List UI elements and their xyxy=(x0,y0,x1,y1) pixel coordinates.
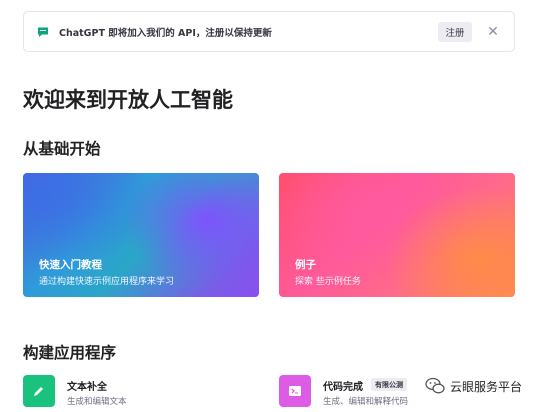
wechat-icon xyxy=(425,377,445,394)
card-description: 通过构建快速示例应用程序来学习 xyxy=(39,277,175,287)
announcement-banner: ChatGPT 即将加入我们的 API，注册以保持更新 注册 ✕ xyxy=(23,11,515,52)
register-button[interactable]: 注册 xyxy=(438,22,472,42)
examples-card[interactable]: 例子 探索 些示例任务 xyxy=(279,173,515,297)
limited-beta-badge: 有限公测 xyxy=(371,378,407,391)
text-completion-title[interactable]: 文本补全 xyxy=(67,378,107,393)
section-title-build: 构建应用程序 xyxy=(23,344,117,362)
section-title-start: 从基础开始 xyxy=(23,140,101,158)
watermark: 云眼服务平台 xyxy=(425,373,550,399)
text-completion-desc: 生成和编辑文本 xyxy=(67,397,127,407)
code-completion-desc: 生成、编辑和解释代码 xyxy=(323,397,409,407)
quickstart-tutorial-card[interactable]: 快速入门教程 通过构建快速示例应用程序来学习 xyxy=(23,173,259,297)
close-icon[interactable]: ✕ xyxy=(484,22,502,42)
card-title: 快速入门教程 xyxy=(39,259,102,271)
code-completion-icon[interactable] xyxy=(279,375,311,407)
page-title: 欢迎来到开放人工智能 xyxy=(23,88,233,112)
card-description: 探索 些示例任务 xyxy=(295,277,361,287)
chat-icon xyxy=(38,27,48,37)
card-title: 例子 xyxy=(295,259,316,271)
watermark-text: 云眼服务平台 xyxy=(450,379,523,394)
terminal-icon xyxy=(289,386,301,396)
code-completion-title[interactable]: 代码完成 xyxy=(323,378,363,393)
pencil-icon xyxy=(34,387,43,396)
banner-message: ChatGPT 即将加入我们的 API，注册以保持更新 xyxy=(59,28,272,39)
text-completion-icon[interactable] xyxy=(23,375,55,407)
